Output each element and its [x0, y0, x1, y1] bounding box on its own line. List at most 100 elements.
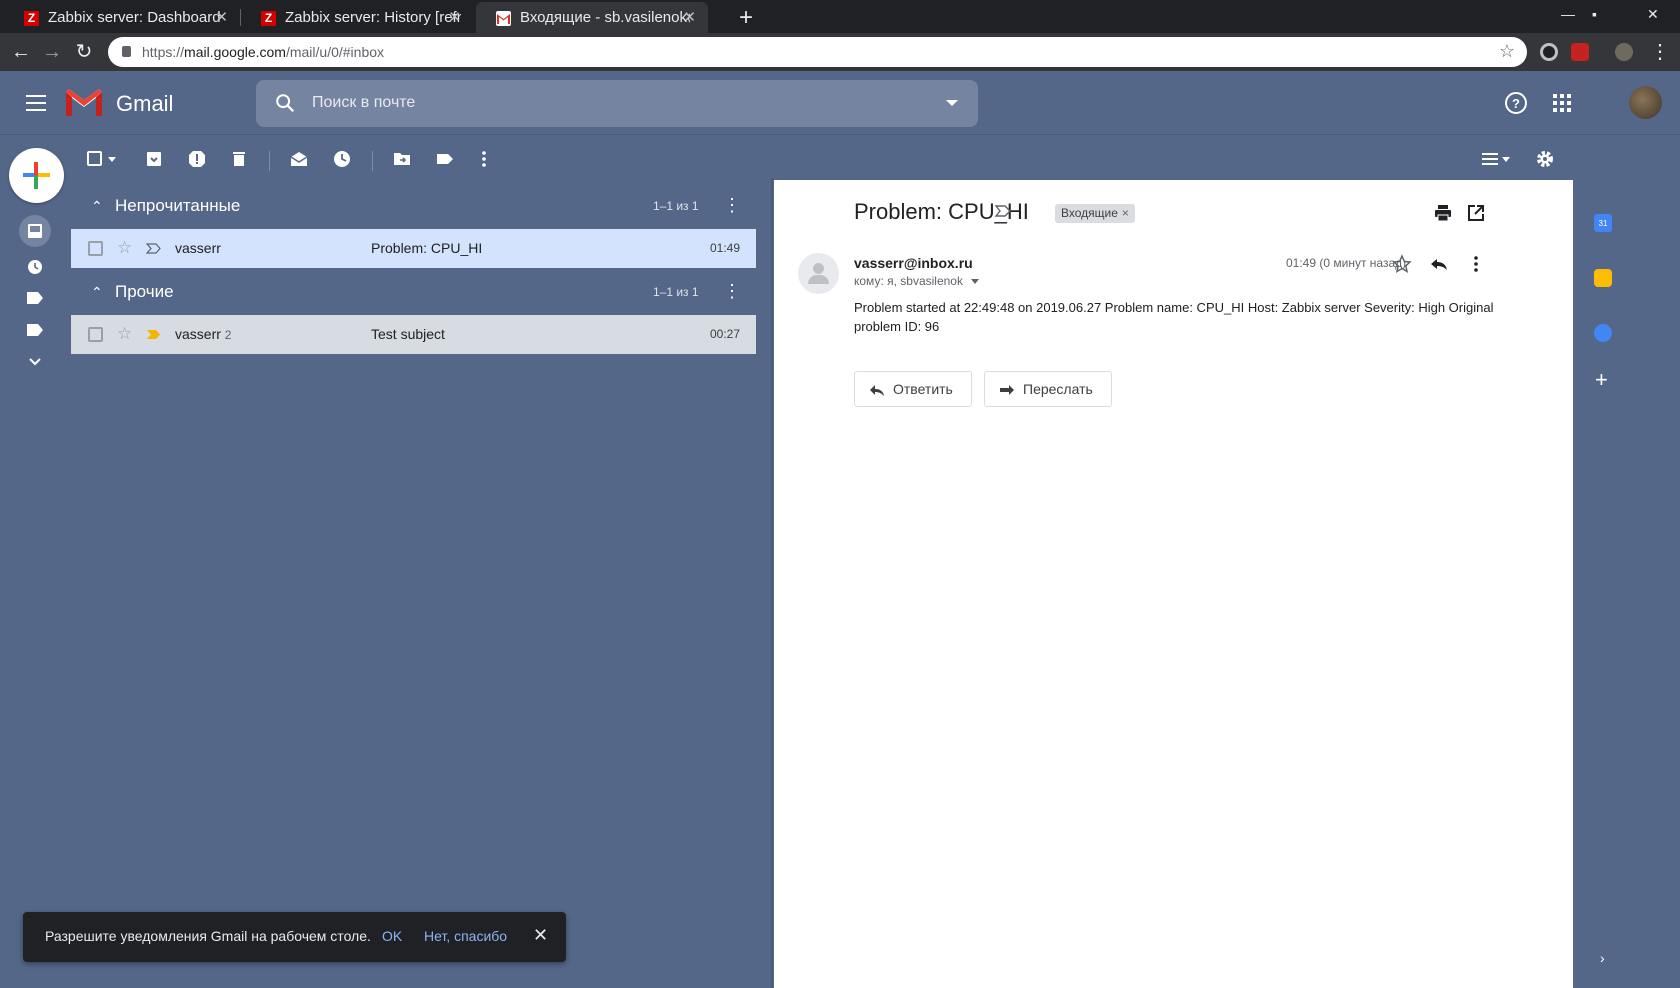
gmail-logo-icon[interactable] — [66, 89, 102, 116]
reply-button[interactable]: Ответить — [854, 371, 972, 407]
lock-icon — [122, 46, 131, 57]
recipients-text: кому: я, sbvasilenok — [854, 274, 963, 288]
search-bar[interactable]: Поиск в почте — [256, 80, 978, 127]
help-icon[interactable]: ? — [1504, 91, 1528, 115]
collapse-section-icon[interactable]: ⌃ — [91, 198, 103, 215]
browser-tab-zabbix-history[interactable]: Z Zabbix server: History [refr ✕ — [241, 2, 473, 33]
list-item[interactable]: ☆ vasserr 2 Test subject 00:27 — [71, 315, 756, 354]
compose-button[interactable] — [9, 148, 64, 203]
thread-count: 2 — [224, 328, 232, 342]
new-tab-button[interactable]: + — [739, 4, 753, 32]
extension-icon[interactable] — [1540, 43, 1558, 61]
forward-button[interactable]: Переслать — [984, 371, 1112, 407]
back-icon[interactable]: ← — [9, 40, 33, 64]
browser-tab-zabbix-dashboard[interactable]: Z Zabbix server: Dashboard ✕ — [4, 2, 240, 33]
url-path: /mail/u/0/#inbox — [285, 44, 385, 60]
split-pane-toggle-icon[interactable] — [1480, 149, 1500, 169]
close-tab-icon[interactable]: ✕ — [215, 8, 228, 26]
delete-icon[interactable] — [229, 149, 249, 169]
star-icon[interactable] — [1392, 254, 1412, 274]
report-spam-icon[interactable] — [187, 149, 207, 169]
snoozed-icon[interactable] — [25, 258, 45, 276]
zabbix-favicon-icon: Z — [24, 11, 39, 26]
side-panel: 31 + › — [1574, 135, 1680, 988]
list-item[interactable]: ☆ vasserr Problem: CPU_HI 01:49 — [71, 229, 756, 268]
inbox-icon — [28, 224, 42, 238]
labels-icon[interactable] — [435, 149, 455, 169]
url-host: mail.google.com — [184, 44, 286, 60]
section-more-icon[interactable]: ⋮ — [723, 195, 741, 216]
mark-as-read-icon[interactable] — [289, 149, 309, 169]
print-icon[interactable] — [1433, 203, 1453, 223]
svg-text:?: ? — [1512, 96, 1520, 111]
section-count: 1–1 из 1 — [653, 199, 699, 213]
settings-gear-icon[interactable] — [1535, 149, 1555, 169]
reload-icon[interactable]: ↻ — [72, 40, 96, 64]
important-marker-icon[interactable] — [146, 243, 161, 254]
reply-icon[interactable] — [1429, 254, 1449, 274]
importance-toggle-icon[interactable] — [994, 202, 1012, 220]
section-more-icon[interactable]: ⋮ — [723, 281, 741, 302]
label-icon[interactable] — [25, 321, 45, 339]
label-name: Входящие — [1061, 206, 1118, 220]
expand-more-icon[interactable] — [25, 352, 45, 370]
remove-label-icon[interactable]: × — [1122, 206, 1129, 220]
close-icon[interactable]: ✕ — [533, 925, 548, 946]
gmail-brand-text[interactable]: Gmail — [116, 91, 173, 117]
star-icon[interactable]: ☆ — [117, 324, 132, 344]
browser-tab-bar: Z Zabbix server: Dashboard ✕ Z Zabbix se… — [0, 0, 1680, 33]
search-options-dropdown-icon[interactable] — [946, 100, 958, 106]
reply-icon — [870, 385, 884, 396]
account-avatar[interactable] — [1629, 86, 1662, 119]
row-checkbox[interactable] — [88, 241, 103, 256]
section-header-other[interactable]: ⌃ Прочие 1–1 из 1 ⋮ — [71, 270, 771, 314]
close-tab-icon[interactable]: ✕ — [683, 8, 696, 26]
split-pane-divider[interactable] — [771, 178, 773, 988]
row-checkbox[interactable] — [88, 327, 103, 342]
important-marker-icon[interactable] — [146, 329, 161, 340]
browser-tab-gmail[interactable]: Входящие - sb.vasilenok@ ✕ — [476, 2, 708, 33]
snackbar-ok-button[interactable]: OK — [382, 928, 402, 944]
bookmark-star-icon[interactable]: ☆ — [1499, 41, 1515, 62]
search-icon[interactable] — [274, 92, 296, 114]
keep-icon[interactable] — [1594, 269, 1612, 287]
gmail-favicon-icon — [496, 11, 511, 26]
gmail-header: Gmail Поиск в почте ? — [0, 71, 1680, 135]
open-in-new-window-icon[interactable] — [1466, 203, 1486, 223]
select-checkbox[interactable] — [87, 149, 107, 169]
ublock-icon[interactable] — [1571, 43, 1589, 61]
collapse-section-icon[interactable]: ⌃ — [91, 284, 103, 301]
snackbar-message: Разрешите уведомления Gmail на рабочем с… — [45, 928, 371, 944]
inbox-nav-item[interactable] — [19, 215, 51, 247]
more-options-icon[interactable] — [474, 149, 494, 169]
show-details-icon[interactable] — [970, 279, 979, 285]
recipients[interactable]: кому: я, sbvasilenok — [854, 274, 979, 288]
inbox-label-badge[interactable]: Входящие × — [1055, 204, 1135, 223]
split-pane-dropdown-icon[interactable] — [1502, 149, 1522, 169]
forward-icon[interactable]: → — [40, 40, 64, 64]
tasks-icon[interactable] — [1594, 324, 1612, 342]
sender-avatar[interactable] — [798, 253, 839, 294]
archive-icon[interactable] — [144, 149, 164, 169]
hide-side-panel-icon[interactable]: › — [1600, 950, 1605, 966]
close-window-icon[interactable]: ✕ — [1647, 6, 1659, 23]
select-dropdown-icon[interactable] — [108, 149, 128, 169]
snooze-icon[interactable] — [332, 149, 352, 169]
main-menu-icon[interactable] — [26, 95, 46, 111]
move-to-icon[interactable] — [392, 149, 412, 169]
apps-grid-icon[interactable] — [1550, 91, 1574, 115]
sender-email[interactable]: vasserr@inbox.ru — [854, 255, 973, 271]
more-options-icon[interactable] — [1466, 254, 1486, 274]
snackbar-decline-button[interactable]: Нет, спасибо — [424, 928, 507, 944]
calendar-icon[interactable]: 31 — [1594, 214, 1612, 232]
maximize-icon[interactable]: ▪ — [1592, 6, 1597, 22]
section-header-unread[interactable]: ⌃ Непрочитанные 1–1 из 1 ⋮ — [71, 184, 771, 228]
browser-menu-icon[interactable]: ⋮ — [1648, 40, 1672, 64]
profile-avatar-icon[interactable] — [1615, 43, 1633, 61]
add-addon-icon[interactable]: + — [1595, 367, 1608, 393]
close-tab-icon[interactable]: ✕ — [448, 8, 461, 26]
label-icon[interactable] — [25, 289, 45, 307]
star-icon[interactable]: ☆ — [117, 238, 132, 258]
minimize-icon[interactable]: — — [1561, 6, 1575, 22]
address-bar[interactable]: https://mail.google.com/mail/u/0/#inbox … — [108, 37, 1527, 67]
